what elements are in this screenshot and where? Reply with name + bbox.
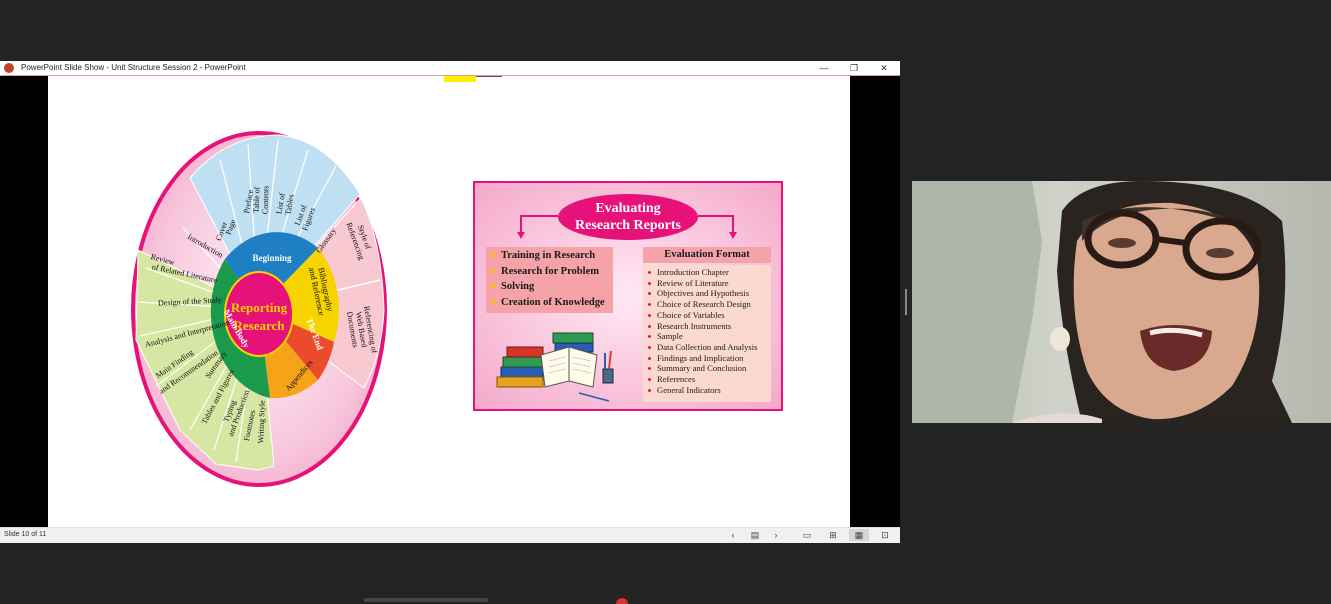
format-item: Sample xyxy=(643,331,771,342)
arrow-right-vertical xyxy=(732,215,734,233)
purpose-item-continued: Solving xyxy=(486,279,613,295)
purpose-item: Training in Research xyxy=(486,248,613,264)
slide-area: Reporting Research Beginning Main Body T… xyxy=(0,76,900,527)
evaluation-format-heading: Evaluation Format xyxy=(643,247,771,263)
next-slide-button[interactable]: › xyxy=(766,529,786,541)
arrow-left-vertical xyxy=(520,215,522,233)
toc-label-2: Contents xyxy=(261,186,271,215)
highlight-mark xyxy=(444,76,476,82)
highlight-line xyxy=(476,76,502,77)
books-illustration-icon xyxy=(496,332,614,402)
status-bar: Slide 10 of 11 ‹ ▤ › ▭ ⊞ ▦ ⊡ xyxy=(0,527,900,543)
powerpoint-app-icon xyxy=(4,63,14,73)
evaluation-format-list: Introduction Chapter Review of Literatur… xyxy=(643,265,771,402)
format-item: General Indicators xyxy=(643,385,771,396)
format-item: Data Collection and Analysis xyxy=(643,342,771,353)
arrow-right-head-icon xyxy=(729,232,737,239)
reading-view-button[interactable]: ▦ xyxy=(849,529,869,541)
format-item: Choice of Variables xyxy=(643,310,771,321)
title-bar[interactable]: PowerPoint Slide Show - Unit Structure S… xyxy=(0,61,900,76)
close-button[interactable]: ✕ xyxy=(869,61,899,75)
format-item: Review of Literature xyxy=(643,278,771,289)
panel-splitter-handle[interactable] xyxy=(905,289,907,315)
evaluating-title: Evaluating Research Reports xyxy=(558,194,698,240)
window-title: PowerPoint Slide Show - Unit Structure S… xyxy=(21,63,246,72)
arrow-left-head-icon xyxy=(517,232,525,239)
slide-counter: Slide 10 of 11 xyxy=(4,531,47,538)
evaluating-title-line1: Evaluating xyxy=(595,201,661,216)
powerpoint-window: PowerPoint Slide Show - Unit Structure S… xyxy=(0,61,900,543)
evaluating-title-line2: Research Reports xyxy=(575,218,681,233)
purpose-item: Creation of Knowledge xyxy=(486,295,613,311)
format-item: Findings and Implication xyxy=(643,353,771,364)
slide-sorter-button[interactable]: ⊞ xyxy=(823,529,843,541)
restore-button[interactable]: ❐ xyxy=(839,61,869,75)
presenter-video-icon xyxy=(912,181,1292,423)
bottom-toolbar-handle[interactable] xyxy=(364,598,488,602)
reporting-research-wheel: Reporting Research Beginning Main Body T… xyxy=(131,131,387,487)
center-label-line1: Reporting xyxy=(231,300,288,315)
format-item: Objectives and Hypothesis xyxy=(643,288,771,299)
beginning-label: Beginning xyxy=(252,253,292,263)
minimize-button[interactable]: — xyxy=(809,61,839,75)
format-item: Summary and Conclusion xyxy=(643,363,771,374)
arrow-left-horizontal xyxy=(520,215,558,217)
purpose-list: Training in Research Research for Proble… xyxy=(486,247,613,313)
previous-slide-button[interactable]: ‹ xyxy=(723,529,743,541)
format-item: Introduction Chapter xyxy=(643,267,771,278)
normal-view-button[interactable]: ▭ xyxy=(797,529,817,541)
evaluating-research-box: Evaluating Research Reports Training in … xyxy=(473,181,783,411)
notes-button[interactable]: ▤ xyxy=(745,529,765,541)
webcam-video[interactable] xyxy=(912,181,1331,423)
format-item: Research Instruments xyxy=(643,321,771,332)
arrow-right-horizontal xyxy=(698,215,734,217)
slideshow-view-button[interactable]: ⊡ xyxy=(875,529,895,541)
format-item: Choice of Research Design xyxy=(643,299,771,310)
record-indicator-icon xyxy=(616,598,628,604)
writing-style-label: Writing Style xyxy=(256,400,267,444)
purpose-item: Research for Problem xyxy=(486,264,613,280)
slide[interactable]: Reporting Research Beginning Main Body T… xyxy=(48,76,850,527)
format-item: References xyxy=(643,374,771,385)
